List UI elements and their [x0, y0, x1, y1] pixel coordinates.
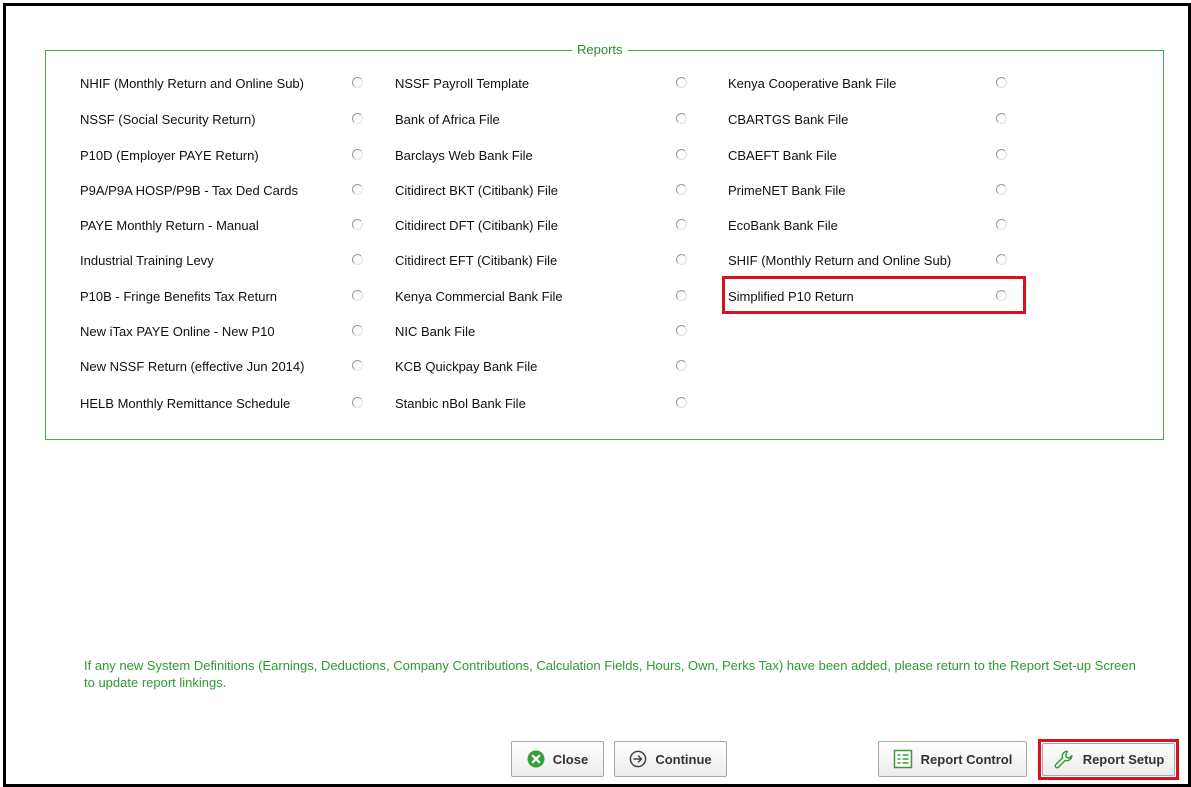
report-option-radio-citidirect-bkt-citibank-file[interactable] [676, 184, 687, 195]
report-option-radio-p10d-employer-paye-return[interactable] [352, 149, 363, 160]
report-option-label-kcb-quickpay-bank-file[interactable]: KCB Quickpay Bank File [395, 359, 537, 375]
report-option-radio-cbaeft-bank-file[interactable] [996, 149, 1007, 160]
report-option-label-paye-monthly-return-manual[interactable]: PAYE Monthly Return - Manual [80, 218, 259, 234]
report-option-label-new-nssf-return-effective-jun-2014[interactable]: New NSSF Return (effective Jun 2014) [80, 359, 304, 375]
report-setup-highlight [1038, 739, 1179, 780]
report-option-label-citidirect-eft-citibank-file[interactable]: Citidirect EFT (Citibank) File [395, 253, 557, 269]
reports-group-legend: Reports [572, 42, 628, 58]
report-option-label-p10b-fringe-benefits-tax-return[interactable]: P10B - Fringe Benefits Tax Return [80, 289, 277, 305]
report-option-label-ecobank-bank-file[interactable]: EcoBank Bank File [728, 218, 838, 234]
report-control-button-label: Report Control [920, 751, 1013, 767]
report-option-label-nhif-monthly-return-and-online-sub[interactable]: NHIF (Monthly Return and Online Sub) [80, 76, 304, 92]
report-option-radio-helb-monthly-remittance-schedule[interactable] [352, 397, 363, 408]
report-option-radio-kenya-cooperative-bank-file[interactable] [996, 77, 1007, 88]
report-option-radio-p10b-fringe-benefits-tax-return[interactable] [352, 290, 363, 301]
close-icon [527, 750, 545, 768]
report-option-label-citidirect-bkt-citibank-file[interactable]: Citidirect BKT (Citibank) File [395, 183, 558, 199]
report-option-radio-kenya-commercial-bank-file[interactable] [676, 290, 687, 301]
reports-group: Reports [45, 42, 1164, 440]
report-option-radio-bank-of-africa-file[interactable] [676, 113, 687, 124]
report-option-label-nssf-payroll-template[interactable]: NSSF Payroll Template [395, 76, 529, 92]
report-option-radio-shif-monthly-return-and-online-sub[interactable] [996, 254, 1007, 265]
close-button-label: Close [552, 751, 589, 767]
report-option-label-kenya-cooperative-bank-file[interactable]: Kenya Cooperative Bank File [728, 76, 896, 92]
report-control-button[interactable]: Report Control [878, 741, 1027, 777]
report-option-label-p10d-employer-paye-return[interactable]: P10D (Employer PAYE Return) [80, 148, 259, 164]
report-option-radio-citidirect-eft-citibank-file[interactable] [676, 254, 687, 265]
report-option-radio-citidirect-dft-citibank-file[interactable] [676, 219, 687, 230]
report-option-label-stanbic-nbol-bank-file[interactable]: Stanbic nBol Bank File [395, 396, 526, 412]
report-option-radio-p9a-p9a-hosp-p9b-tax-ded-cards[interactable] [352, 184, 363, 195]
report-option-radio-nhif-monthly-return-and-online-sub[interactable] [352, 77, 363, 88]
report-option-radio-kcb-quickpay-bank-file[interactable] [676, 360, 687, 371]
simplified-p10-highlight [722, 276, 1026, 314]
report-option-label-industrial-training-levy[interactable]: Industrial Training Levy [80, 253, 214, 269]
report-option-radio-barclays-web-bank-file[interactable] [676, 149, 687, 160]
report-option-radio-nic-bank-file[interactable] [676, 325, 687, 336]
report-option-label-shif-monthly-return-and-online-sub[interactable]: SHIF (Monthly Return and Online Sub) [728, 253, 951, 269]
report-option-label-cbaeft-bank-file[interactable]: CBAEFT Bank File [728, 148, 837, 164]
report-option-radio-cbartgs-bank-file[interactable] [996, 113, 1007, 124]
report-option-label-p9a-p9a-hosp-p9b-tax-ded-cards[interactable]: P9A/P9A HOSP/P9B - Tax Ded Cards [80, 183, 298, 199]
report-option-radio-ecobank-bank-file[interactable] [996, 219, 1007, 230]
report-option-radio-industrial-training-levy[interactable] [352, 254, 363, 265]
report-option-label-new-itax-paye-online-new-p10[interactable]: New iTax PAYE Online - New P10 [80, 324, 275, 340]
report-option-label-barclays-web-bank-file[interactable]: Barclays Web Bank File [395, 148, 533, 164]
reports-window: Reports NHIF (Monthly Return and Online … [3, 3, 1191, 787]
arrow-right-circle-icon [629, 750, 647, 768]
report-option-radio-paye-monthly-return-manual[interactable] [352, 219, 363, 230]
report-option-label-citidirect-dft-citibank-file[interactable]: Citidirect DFT (Citibank) File [395, 218, 558, 234]
report-list-icon [893, 749, 912, 769]
report-option-radio-nssf-payroll-template[interactable] [676, 77, 687, 88]
report-option-radio-primenet-bank-file[interactable] [996, 184, 1007, 195]
report-option-radio-new-itax-paye-online-new-p10[interactable] [352, 325, 363, 336]
report-option-radio-nssf-social-security-return[interactable] [352, 113, 363, 124]
report-option-label-kenya-commercial-bank-file[interactable]: Kenya Commercial Bank File [395, 289, 563, 305]
close-button[interactable]: Close [511, 741, 604, 777]
system-definitions-notice: If any new System Definitions (Earnings,… [84, 658, 1136, 690]
report-option-radio-new-nssf-return-effective-jun-2014[interactable] [352, 360, 363, 371]
report-option-label-cbartgs-bank-file[interactable]: CBARTGS Bank File [728, 112, 848, 128]
report-option-label-helb-monthly-remittance-schedule[interactable]: HELB Monthly Remittance Schedule [80, 396, 290, 412]
report-option-radio-stanbic-nbol-bank-file[interactable] [676, 397, 687, 408]
continue-button-label: Continue [655, 751, 712, 767]
report-option-label-nssf-social-security-return[interactable]: NSSF (Social Security Return) [80, 112, 256, 128]
report-option-label-primenet-bank-file[interactable]: PrimeNET Bank File [728, 183, 846, 199]
continue-button[interactable]: Continue [614, 741, 727, 777]
report-option-label-bank-of-africa-file[interactable]: Bank of Africa File [395, 112, 500, 128]
report-option-label-nic-bank-file[interactable]: NIC Bank File [395, 324, 475, 340]
